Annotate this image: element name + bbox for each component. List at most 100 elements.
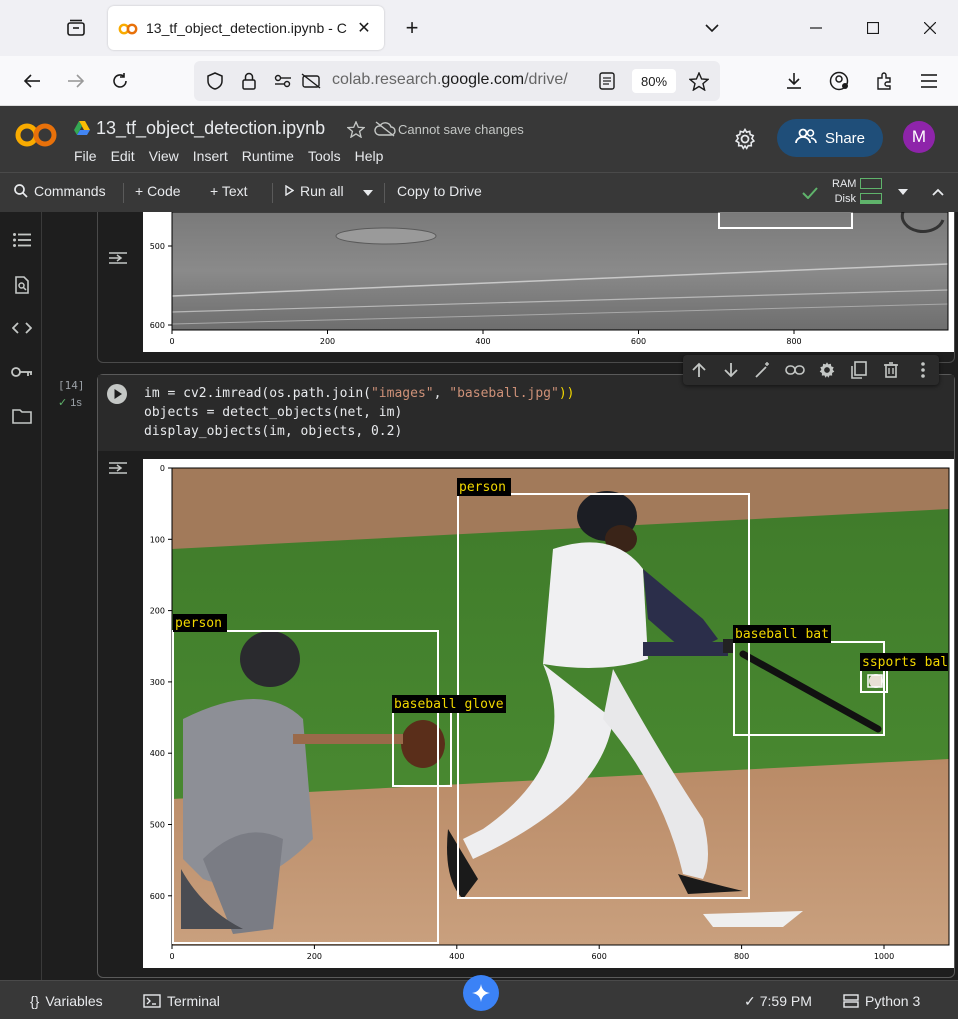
shield-icon[interactable] [204,70,226,92]
detection-label-baseball-glove: baseball glove [394,697,504,712]
x-tick-label: 600 [592,952,607,961]
variables-button[interactable]: {} Variables [30,993,103,1009]
link-icon[interactable] [785,360,805,380]
add-text-button[interactable]: + Text [210,183,248,199]
share-button[interactable]: Share [777,119,883,157]
runtime-type[interactable]: Python 3 [843,993,920,1011]
x-tick-label: 200 [307,952,322,961]
colab-logo-icon[interactable] [14,117,58,153]
files-folder-icon[interactable] [10,404,34,428]
settings-gear-icon[interactable] [733,127,757,151]
output-plot-svg: 0 100 200 300 400 500 600 0 200 400 600 800 1000 per… [150,464,950,961]
notebook-toolbar: Commands + Code + Text Run all Copy to D… [0,172,958,212]
output-toggle-icon[interactable] [107,460,129,476]
menu-view[interactable]: View [149,148,179,164]
copy-to-drive-button[interactable]: Copy to Drive [397,183,482,199]
more-vert-icon[interactable] [913,360,933,380]
execution-time: ✓ 1s [58,396,82,409]
run-all-button[interactable]: Run all [285,183,344,199]
new-tab-icon[interactable]: + [400,15,424,40]
drive-icon[interactable] [72,119,92,137]
search-icon [14,184,28,201]
run-all-label: Run all [300,183,344,199]
collapse-header-icon[interactable] [928,182,948,202]
maximize-icon[interactable] [861,16,885,40]
execution-status[interactable]: ✓ 7:59 PM [744,993,812,1010]
menu-insert[interactable]: Insert [193,148,228,164]
mirror-cell-icon[interactable] [849,360,869,380]
find-replace-icon[interactable] [10,273,34,297]
toolbar-divider [272,183,273,203]
server-icon [843,994,859,1011]
notebook-title[interactable]: 13_tf_object_detection.ipynb [96,118,325,139]
left-sidebar [0,212,42,980]
browser-tab-strip: 13_tf_object_detection.ipynb - C ✕ + [0,0,958,56]
sparkle-icon [472,984,490,1002]
x-tick-label: 200 [320,337,335,346]
resources-dropdown-icon[interactable] [893,182,913,202]
y-tick-label: 600 [150,892,165,901]
x-tick-label: 600 [631,337,646,346]
run-cell-button[interactable] [107,384,127,404]
x-tick-label: 800 [786,337,801,346]
commands-button[interactable]: Commands [14,183,106,201]
x-tick-label: 400 [475,337,490,346]
menu-icon[interactable] [917,69,941,93]
reload-icon[interactable] [108,69,132,93]
y-tick-label: 200 [150,607,165,616]
tab-list-icon[interactable] [64,16,88,40]
minimize-icon[interactable] [804,16,828,40]
extensions-icon[interactable] [872,69,896,93]
secrets-key-icon[interactable] [10,360,34,384]
edit-wand-icon[interactable] [753,360,773,380]
terminal-label: Terminal [167,993,220,1009]
code-snippets-icon[interactable] [10,316,34,340]
avatar[interactable]: M [903,121,935,153]
y-tick-label: 500 [150,821,165,830]
y-tick-label: 300 [150,678,165,687]
status-time: 7:59 PM [759,993,812,1009]
zoom-level[interactable]: 80% [632,69,676,93]
terminal-button[interactable]: Terminal [143,993,220,1011]
star-icon[interactable] [346,120,366,138]
output-toggle-icon[interactable] [107,250,129,266]
bookmark-star-icon[interactable] [688,70,710,92]
cell-settings-icon[interactable] [817,360,837,380]
close-window-icon[interactable] [918,16,942,40]
back-icon[interactable] [20,69,44,93]
move-down-icon[interactable] [721,360,741,380]
browser-tab-active[interactable]: 13_tf_object_detection.ipynb - C ✕ [108,6,384,50]
add-code-button[interactable]: + Code [135,183,181,199]
x-tick-label: 1000 [874,952,894,961]
lock-icon[interactable] [238,70,260,92]
ram-disk-labels[interactable]: RAM Disk [832,177,856,207]
toolbar-divider [384,183,385,203]
menu-runtime[interactable]: Runtime [242,148,294,164]
code-text[interactable]: im = cv2.imread(os.path.join("images", "… [144,384,575,441]
baseball-photo [172,468,949,945]
cell-toolbar [683,355,939,385]
move-up-icon[interactable] [689,360,709,380]
menu-tools[interactable]: Tools [308,148,341,164]
downloads-icon[interactable] [782,69,806,93]
account-icon[interactable] [827,69,851,93]
x-tick-label: 400 [449,952,464,961]
tab-title: 13_tf_object_detection.ipynb - C [146,20,347,36]
code-line-2: objects = detect_objects(net, im) [144,405,403,420]
chevron-down-icon[interactable] [700,16,724,40]
disk-usage-bar [860,193,882,204]
table-of-contents-icon[interactable] [10,228,34,252]
permissions-icon[interactable] [272,70,294,92]
menu-file[interactable]: File [74,148,97,164]
y-tick-label: 0 [160,464,165,473]
close-tab-icon[interactable]: ✕ [354,18,374,38]
gemini-button[interactable] [463,975,499,1011]
camera-blocked-icon[interactable] [300,70,322,92]
menu-edit[interactable]: Edit [111,148,135,164]
reader-view-icon[interactable] [596,70,618,92]
url-bar[interactable]: colab.research.google.com/drive/ 80% [194,61,720,101]
menu-help[interactable]: Help [355,148,384,164]
run-all-dropdown-icon[interactable] [358,183,378,203]
forward-icon[interactable] [64,69,88,93]
delete-trash-icon[interactable] [881,360,901,380]
